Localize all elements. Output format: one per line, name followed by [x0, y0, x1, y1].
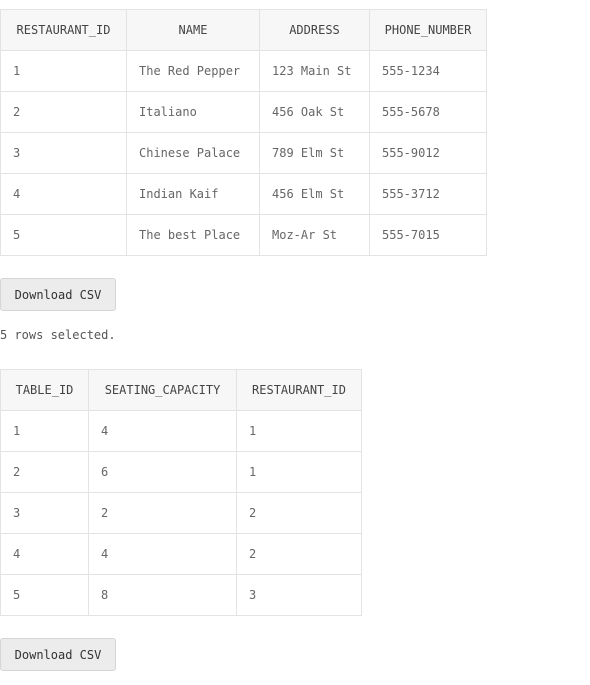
table-cell: 5 — [0, 214, 127, 256]
table-cell: 4 — [0, 533, 89, 575]
table-cell: 2 — [236, 533, 362, 575]
table-row: 1 4 1 — [0, 410, 362, 452]
table-cell: 555-3712 — [369, 173, 487, 215]
table-cell: The best Place — [126, 214, 260, 256]
table-row: 1 The Red Pepper 123 Main St 555-1234 — [0, 50, 487, 92]
download-csv-button[interactable]: Download CSV — [0, 638, 116, 671]
download-csv-button[interactable]: Download CSV — [0, 278, 116, 311]
table-cell: 555-9012 — [369, 132, 487, 174]
tables-table: TABLE_ID SEATING_CAPACITY RESTAURANT_ID … — [0, 369, 362, 616]
table-cell: 123 Main St — [259, 50, 370, 92]
table-cell: 4 — [88, 410, 237, 452]
table-row: 3 Chinese Palace 789 Elm St 555-9012 — [0, 132, 487, 174]
table-cell: Chinese Palace — [126, 132, 260, 174]
table-row: 3 2 2 — [0, 492, 362, 534]
table-row: 2 Italiano 456 Oak St 555-5678 — [0, 91, 487, 133]
column-header: PHONE_NUMBER — [369, 9, 487, 51]
column-header: ADDRESS — [259, 9, 370, 51]
table-cell: Italiano — [126, 91, 260, 133]
table-row: 5 The best Place Moz-Ar St 555-7015 — [0, 214, 487, 256]
column-header: RESTAURANT_ID — [0, 9, 127, 51]
table-cell: 456 Oak St — [259, 91, 370, 133]
table-row: 5 8 3 — [0, 574, 362, 616]
table-cell: 3 — [0, 132, 127, 174]
table-cell: 555-1234 — [369, 50, 487, 92]
column-header: NAME — [126, 9, 260, 51]
table-cell: 1 — [0, 50, 127, 92]
table-cell: 1 — [236, 410, 362, 452]
table-cell: 2 — [88, 492, 237, 534]
table-row: 2 6 1 — [0, 451, 362, 493]
table-cell: 1 — [0, 410, 89, 452]
table-header-row: RESTAURANT_ID NAME ADDRESS PHONE_NUMBER — [0, 9, 487, 51]
table-cell: 8 — [88, 574, 237, 616]
column-header: SEATING_CAPACITY — [88, 369, 237, 411]
table-cell: 2 — [236, 492, 362, 534]
table-cell: 456 Elm St — [259, 173, 370, 215]
table-cell: The Red Pepper — [126, 50, 260, 92]
table-cell: 789 Elm St — [259, 132, 370, 174]
table-cell: 555-7015 — [369, 214, 487, 256]
table-cell: Indian Kaif — [126, 173, 260, 215]
restaurants-table: RESTAURANT_ID NAME ADDRESS PHONE_NUMBER … — [0, 9, 487, 256]
column-header: TABLE_ID — [0, 369, 89, 411]
table-cell: 6 — [88, 451, 237, 493]
table-header-row: TABLE_ID SEATING_CAPACITY RESTAURANT_ID — [0, 369, 362, 411]
table-cell: 4 — [0, 173, 127, 215]
table-row: 4 Indian Kaif 456 Elm St 555-3712 — [0, 173, 487, 215]
table-cell: 2 — [0, 91, 127, 133]
table-cell: 5 — [0, 574, 89, 616]
rows-selected-message: 5 rows selected. — [0, 328, 116, 342]
column-header: RESTAURANT_ID — [236, 369, 362, 411]
table-cell: Moz-Ar St — [259, 214, 370, 256]
table-cell: 3 — [0, 492, 89, 534]
table-cell: 2 — [0, 451, 89, 493]
table-row: 4 4 2 — [0, 533, 362, 575]
table-cell: 4 — [88, 533, 237, 575]
table-cell: 555-5678 — [369, 91, 487, 133]
table-cell: 1 — [236, 451, 362, 493]
table-cell: 3 — [236, 574, 362, 616]
